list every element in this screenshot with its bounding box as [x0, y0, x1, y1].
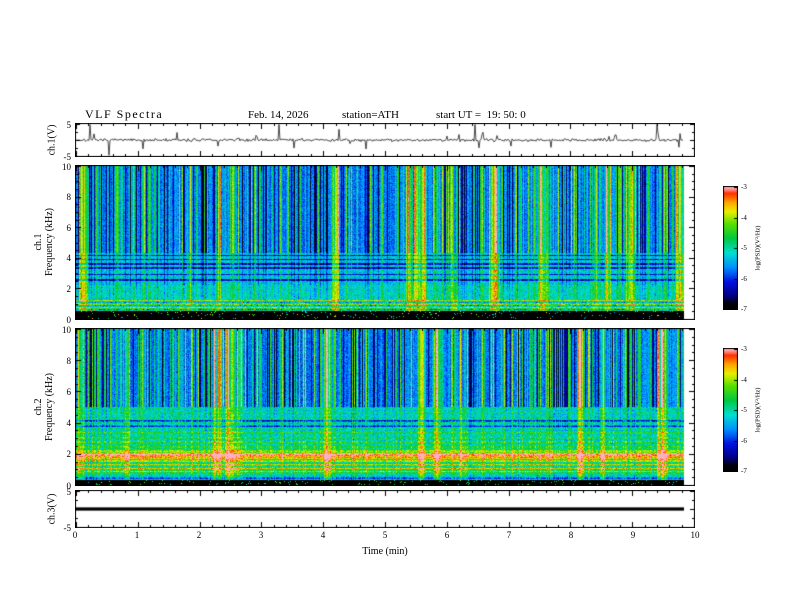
ch2-frequency-axis-line1: ch.2: [33, 398, 44, 416]
ch2-spec-ytick-label: 8: [66, 355, 72, 366]
x-tick-label: 6: [444, 530, 450, 540]
ch1-wave-ytick-label: 5: [66, 119, 72, 130]
ch2-spec-ytick-label: 2: [66, 449, 72, 460]
colorbar-tick-label: -3: [741, 345, 747, 353]
ch2-spec-ytick-label: 10: [62, 324, 71, 335]
ch1-frequency-axis-label: ch.1 Frequency (kHz): [33, 208, 55, 276]
ch2-spec-ytick-label: 6: [66, 386, 72, 397]
header-station: station=ATH: [342, 109, 399, 121]
ch1-spec-ytick-label: 0: [66, 314, 72, 325]
x-tick-label: 0: [72, 530, 78, 540]
x-tick-label: 10: [690, 530, 700, 540]
colorbar-tick-label: -6: [741, 274, 747, 283]
ch2-frequency-axis-line2: Frequency (kHz): [44, 372, 55, 442]
ch1-voltage-axis-text: ch.1(V): [46, 124, 58, 156]
colorbar-tick-label: -6: [741, 436, 747, 445]
ch1-spec-ytick-label: 4: [66, 253, 72, 264]
x-tick-label: 3: [258, 530, 264, 540]
x-tick-label: 5: [382, 530, 388, 540]
ch1-spec-ytick-label: 6: [66, 222, 72, 233]
colorbar2-label: log(PSD)(V²/Hz): [754, 387, 762, 433]
ch2-frequency-axis-label: ch.2 Frequency (kHz): [33, 373, 55, 441]
header-start-ut: start UT = 19: 50: 0: [436, 109, 526, 121]
ch2-spectrogram-panel: [75, 328, 695, 486]
ch1-voltage-axis-label: ch.1(V): [47, 125, 58, 156]
colorbar1-label: log(PSD)(V²/Hz): [754, 225, 762, 271]
x-tick-label: 9: [630, 530, 636, 540]
ch3-waveform-panel: [75, 490, 695, 528]
x-tick-label: 2: [196, 530, 202, 540]
ch1-spec-ytick-label: 10: [62, 161, 71, 172]
x-tick-label: 8: [568, 530, 574, 540]
colorbar-tick-label: -5: [741, 406, 747, 414]
ch1-colorbar: [723, 186, 738, 310]
colorbar-tick-label: -7: [741, 467, 747, 475]
ch1-waveform-panel: [75, 123, 695, 157]
header-date: Feb. 14, 2026: [248, 109, 309, 121]
ch3-wave-ytick-label: 5: [66, 486, 72, 497]
ch1-frequency-axis-line2: Frequency (kHz): [44, 207, 55, 277]
x-tick-label: 4: [320, 530, 326, 540]
ch2-colorbar: [723, 348, 738, 472]
colorbar-tick-label: -5: [741, 244, 747, 252]
time-axis-label: Time (min): [362, 546, 408, 557]
ch1-spectrogram-panel: [75, 165, 695, 320]
ch1-spec-ytick-label: 2: [66, 283, 72, 294]
figure-title: VLF Spectra: [85, 107, 164, 121]
colorbar-tick-label: -3: [741, 183, 747, 191]
colorbar-tick-label: -7: [741, 305, 747, 313]
ch3-voltage-axis-text: ch.3(V): [46, 493, 58, 525]
vlf-spectra-figure: VLF Spectra Feb. 14, 2026 station=ATH st…: [0, 0, 792, 612]
ch1-frequency-axis-line1: ch.1: [33, 233, 44, 251]
ch1-wave-ytick-label: -5: [63, 151, 72, 162]
ch1-spec-ytick-label: 8: [66, 192, 72, 203]
colorbar-tick-label: -4: [741, 375, 747, 384]
ch3-voltage-axis-label: ch.3(V): [47, 494, 58, 525]
colorbar-tick-label: -4: [741, 213, 747, 222]
x-tick-label: 1: [134, 530, 140, 540]
ch3-wave-ytick-label: -5: [63, 522, 72, 533]
ch2-spec-ytick-label: 4: [66, 418, 72, 429]
x-tick-label: 7: [506, 530, 512, 540]
